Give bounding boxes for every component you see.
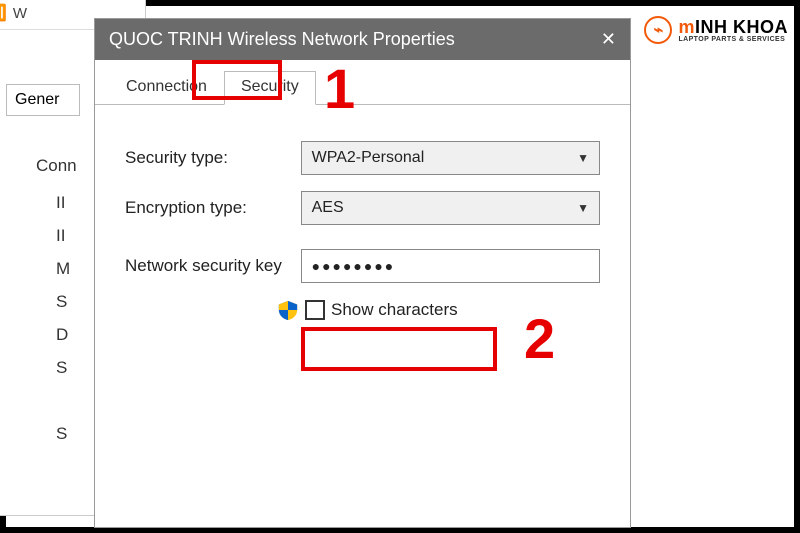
tab-connection[interactable]: Connection	[109, 71, 224, 105]
background-general-tab[interactable]: Gener	[6, 84, 80, 116]
bg-window-title: W	[13, 5, 27, 22]
security-type-dropdown[interactable]: WPA2-Personal ▼	[301, 141, 600, 175]
watermark-brand: ⌁ mINH KHOA LAPTOP PARTS & SERVICES	[644, 16, 788, 44]
encryption-type-dropdown[interactable]: AES ▼	[301, 191, 600, 225]
brand-logo-icon: ⌁	[644, 16, 672, 44]
dialog-titlebar[interactable]: QUOC TRINH Wireless Network Properties ✕	[95, 19, 630, 60]
wireless-properties-dialog: QUOC TRINH Wireless Network Properties ✕…	[94, 18, 631, 528]
background-field-fragments: Conn II II M S D S S	[56, 156, 77, 457]
dialog-title-text: QUOC TRINH Wireless Network Properties	[109, 29, 455, 50]
chevron-down-icon: ▼	[577, 201, 589, 215]
close-icon[interactable]: ✕	[601, 29, 616, 50]
encryption-type-label: Encryption type:	[125, 198, 301, 218]
network-key-value: ●●●●●●●●	[312, 258, 396, 274]
security-type-value: WPA2-Personal	[312, 149, 425, 167]
chevron-down-icon: ▼	[577, 151, 589, 165]
uac-shield-icon	[277, 299, 299, 321]
show-characters-label: Show characters	[331, 300, 458, 320]
network-key-label: Network security key	[125, 256, 301, 276]
security-type-label: Security type:	[125, 148, 301, 168]
network-key-input[interactable]: ●●●●●●●●	[301, 249, 600, 283]
show-characters-checkbox[interactable]	[305, 300, 325, 320]
tab-security[interactable]: Security	[224, 71, 316, 105]
encryption-type-value: AES	[312, 199, 344, 217]
wifi-icon: 📶	[0, 3, 7, 23]
tabstrip: Connection Security	[95, 60, 630, 105]
